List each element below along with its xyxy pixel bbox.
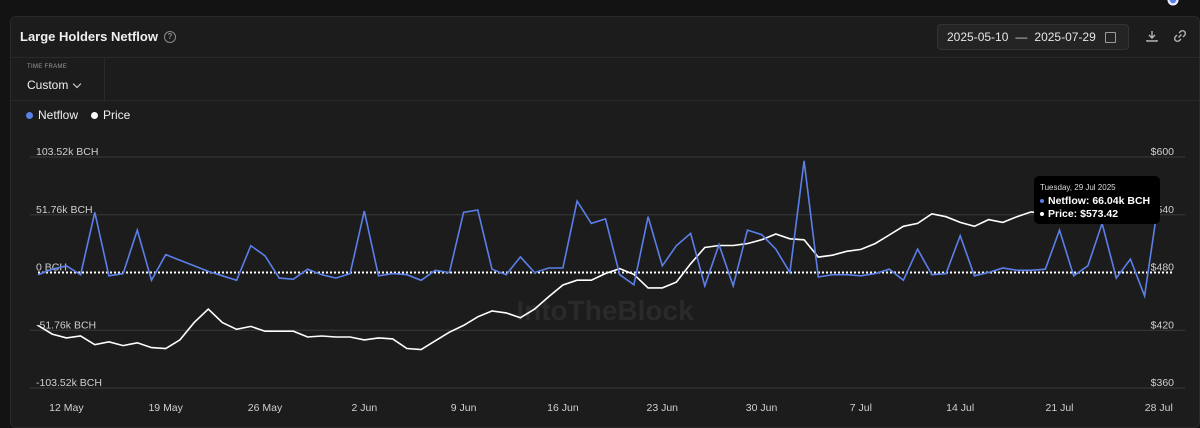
x-tick-label: 21 Jul — [1045, 402, 1073, 414]
x-axis: 12 May 19 May 26 May 2 Jun 9 Jun 16 Jun 23 Jun… — [49, 402, 1173, 414]
tooltip-date: Tuesday, 29 Jul 2025 — [1040, 183, 1116, 192]
x-tick-label: 23 Jun — [646, 402, 678, 414]
tooltip: Tuesday, 29 Jul 2025 Netflow: 66.04k BCH… — [1034, 176, 1160, 224]
y-right-tick-label: $600 — [1151, 146, 1175, 158]
tooltip-price-row: Price: $573.42 — [1040, 208, 1160, 220]
y-left-tick-label: -103.52k BCH — [36, 377, 102, 389]
x-tick-label: 2 Jun — [351, 402, 377, 414]
netflow-series-line — [37, 160, 1160, 300]
x-tick-label: 7 Jul — [850, 402, 872, 414]
netflow-hover-point — [1168, 0, 1178, 5]
x-tick-label: 9 Jun — [451, 402, 477, 414]
x-tick-label: 28 Jul — [1145, 402, 1173, 414]
tooltip-netflow-row: Netflow: 66.04k BCH — [1040, 195, 1160, 207]
y-left-tick-label: 51.76k BCH — [36, 204, 93, 216]
chart-svg: IntoTheBlock 103.52k BCH51.76k BCH0 BCH-… — [30, 0, 1185, 414]
tooltip-price-dot — [1040, 212, 1044, 216]
y-right-tick-label: $360 — [1151, 377, 1175, 389]
x-tick-label: 14 Jul — [946, 402, 974, 414]
y-left-tick-label: 103.52k BCH — [36, 146, 98, 158]
tooltip-price: Price: $573.42 — [1048, 208, 1119, 220]
x-tick-label: 19 May — [148, 402, 183, 414]
x-tick-label: 12 May — [49, 402, 84, 414]
x-tick-label: 26 May — [248, 402, 283, 414]
x-tick-label: 30 Jun — [746, 402, 778, 414]
y-right-tick-label: $420 — [1151, 319, 1175, 331]
hover-points — [1167, 0, 1179, 6]
watermark: IntoTheBlock — [516, 295, 694, 326]
tooltip-netflow-dot — [1040, 199, 1044, 203]
tooltip-netflow: Netflow: 66.04k BCH — [1048, 195, 1151, 207]
x-tick-label: 16 Jun — [547, 402, 579, 414]
